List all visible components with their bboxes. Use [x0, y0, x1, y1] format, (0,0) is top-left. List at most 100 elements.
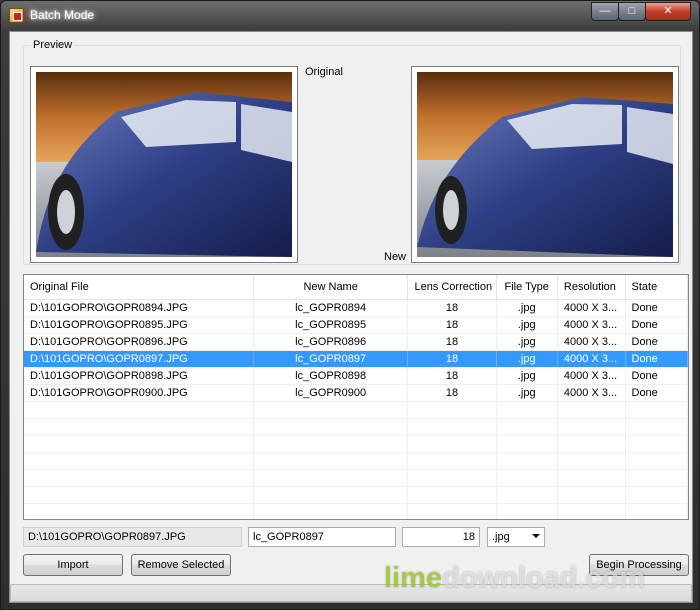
- row-original-file: D:\101GOPRO\GOPR0896.JPG: [24, 333, 254, 351]
- row-file-type: .jpg: [496, 350, 558, 368]
- file-type-dropdown[interactable]: .jpg: [487, 527, 545, 547]
- empty-cell: [24, 418, 254, 436]
- car-photo-corrected: [417, 72, 673, 257]
- window-title: Batch Mode: [30, 8, 95, 22]
- car-photo-original: [36, 72, 292, 257]
- title-bar[interactable]: Batch Mode — □ ✕: [1, 1, 699, 31]
- empty-cell: [557, 452, 626, 470]
- table-row[interactable]: D:\101GOPRO\GOPR0895.JPG lc_GOPR0895 18 .jp…: [24, 316, 688, 334]
- empty-cell: [407, 486, 497, 504]
- import-button[interactable]: Import: [23, 554, 123, 576]
- row-file-type: .jpg: [496, 333, 558, 351]
- lens-correction-input[interactable]: 18: [402, 527, 480, 547]
- empty-cell: [557, 401, 626, 419]
- row-lens-correction: 18: [407, 316, 497, 334]
- row-new-name: lc_GOPR0895: [253, 316, 409, 334]
- row-original-file: D:\101GOPRO\GOPR0898.JPG: [24, 367, 254, 385]
- row-original-file: D:\101GOPRO\GOPR0894.JPG: [24, 299, 254, 317]
- row-lens-correction: 18: [407, 333, 497, 351]
- empty-cell: [625, 401, 688, 419]
- empty-cell: [253, 435, 409, 453]
- file-type-value: .jpg: [492, 531, 510, 543]
- batch-file-list[interactable]: Original File New Name Lens Correction F…: [23, 274, 689, 520]
- row-new-name: lc_GOPR0898: [253, 367, 409, 385]
- empty-cell: [557, 486, 626, 504]
- column-resolution[interactable]: Resolution: [557, 275, 626, 300]
- column-original-file[interactable]: Original File: [24, 275, 254, 300]
- table-row[interactable]: D:\101GOPRO\GOPR0894.JPG lc_GOPR0894 18 .jp…: [24, 299, 688, 317]
- row-file-type: .jpg: [496, 299, 558, 317]
- table-row[interactable]: D:\101GOPRO\GOPR0896.JPG lc_GOPR0896 18 .jp…: [24, 333, 688, 351]
- watermark-part2: download.com: [442, 562, 646, 594]
- empty-cell: [557, 503, 626, 519]
- empty-cell: [253, 452, 409, 470]
- column-lens-correction[interactable]: Lens Correction: [407, 275, 497, 300]
- empty-cell: [496, 452, 558, 470]
- row-state: Done: [625, 333, 688, 351]
- empty-cell: [625, 469, 688, 487]
- column-new-name[interactable]: New Name: [253, 275, 409, 300]
- empty-cell: [253, 503, 409, 519]
- new-preview-image: [411, 66, 679, 263]
- empty-cell: [496, 486, 558, 504]
- column-state[interactable]: State: [625, 275, 688, 300]
- empty-cell: [496, 401, 558, 419]
- row-state: Done: [625, 299, 688, 317]
- row-lens-correction: 18: [407, 367, 497, 385]
- minimize-button[interactable]: —: [591, 2, 619, 21]
- row-resolution: 4000 X 3...: [557, 384, 626, 402]
- empty-cell: [407, 469, 497, 487]
- empty-cell: [625, 435, 688, 453]
- row-resolution: 4000 X 3...: [557, 316, 626, 334]
- row-lens-correction: 18: [407, 384, 497, 402]
- row-file-type: .jpg: [496, 367, 558, 385]
- empty-row: [24, 452, 688, 470]
- row-lens-correction: 18: [407, 299, 497, 317]
- row-state: Done: [625, 367, 688, 385]
- row-original-file: D:\101GOPRO\GOPR0900.JPG: [24, 384, 254, 402]
- empty-cell: [407, 503, 497, 519]
- app-icon: [9, 8, 24, 23]
- empty-cell: [557, 435, 626, 453]
- row-new-name: lc_GOPR0900: [253, 384, 409, 402]
- table-row[interactable]: D:\101GOPRO\GOPR0897.JPG lc_GOPR0897 18 .jp…: [24, 350, 688, 368]
- column-file-type[interactable]: File Type: [496, 275, 558, 300]
- row-state: Done: [625, 316, 688, 334]
- maximize-button[interactable]: □: [618, 2, 646, 21]
- empty-row: [24, 503, 688, 519]
- empty-cell: [557, 418, 626, 436]
- watermark-part1: lime: [384, 562, 443, 594]
- empty-cell: [407, 418, 497, 436]
- row-file-type: .jpg: [496, 384, 558, 402]
- empty-row: [24, 486, 688, 504]
- empty-row: [24, 469, 688, 487]
- close-button[interactable]: ✕: [645, 2, 691, 21]
- remove-selected-button[interactable]: Remove Selected: [131, 554, 231, 576]
- row-resolution: 4000 X 3...: [557, 350, 626, 368]
- original-preview-image: [30, 66, 298, 263]
- row-original-file: D:\101GOPRO\GOPR0897.JPG: [24, 350, 254, 368]
- row-state: Done: [625, 384, 688, 402]
- empty-cell: [625, 486, 688, 504]
- row-resolution: 4000 X 3...: [557, 299, 626, 317]
- empty-cell: [24, 503, 254, 519]
- table-row[interactable]: D:\101GOPRO\GOPR0900.JPG lc_GOPR0900 18 .jp…: [24, 384, 688, 402]
- empty-cell: [407, 452, 497, 470]
- empty-cell: [253, 418, 409, 436]
- chevron-down-icon: [532, 534, 540, 538]
- new-name-input[interactable]: lc_GOPR0897: [248, 527, 396, 547]
- client-area: Preview Original New Original File New N…: [9, 31, 693, 603]
- empty-cell: [24, 486, 254, 504]
- empty-cell: [253, 486, 409, 504]
- empty-row: [24, 418, 688, 436]
- empty-cell: [496, 435, 558, 453]
- empty-cell: [625, 503, 688, 519]
- table-row[interactable]: D:\101GOPRO\GOPR0898.JPG lc_GOPR0898 18 .jp…: [24, 367, 688, 385]
- empty-cell: [407, 401, 497, 419]
- preview-legend: Preview: [31, 39, 75, 51]
- empty-cell: [253, 401, 409, 419]
- empty-cell: [625, 452, 688, 470]
- row-resolution: 4000 X 3...: [557, 333, 626, 351]
- empty-cell: [24, 401, 254, 419]
- new-label: New: [384, 251, 407, 263]
